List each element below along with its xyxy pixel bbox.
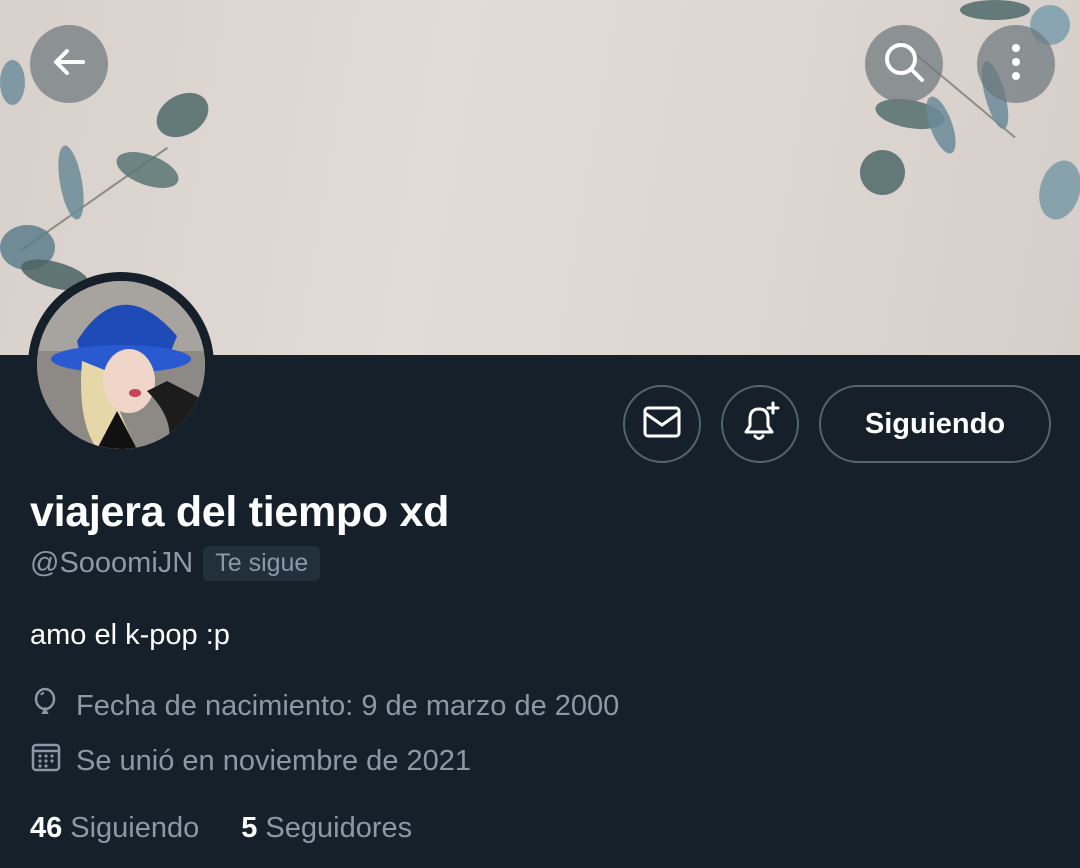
followers-count-link[interactable]: 5 Seguidores (241, 812, 412, 845)
bell-plus-icon (738, 400, 782, 449)
more-vertical-icon (1006, 40, 1026, 89)
message-button[interactable] (623, 385, 701, 463)
joined-row: Se unió en noviembre de 2021 (30, 741, 471, 781)
avatar-image (37, 281, 205, 449)
banner-leaf (1032, 155, 1080, 225)
following-button-label: Siguiendo (864, 407, 1006, 440)
banner-leaf (960, 0, 1030, 20)
banner-leaf (860, 150, 905, 195)
avatar[interactable] (37, 281, 205, 449)
back-button[interactable] (30, 25, 108, 103)
banner-leaf (0, 60, 25, 105)
bio: amo el k-pop :p (30, 619, 230, 651)
banner-leaf (148, 83, 217, 147)
handle-row: @SooomiJN Te sigue (30, 546, 321, 581)
user-handle: @SooomiJN (30, 547, 194, 579)
search-button[interactable] (865, 25, 943, 103)
following-label: Siguiendo (70, 812, 200, 844)
following-count: 46 (30, 812, 63, 844)
follow-counts: 46 Siguiendo 5 Seguidores (30, 812, 412, 845)
banner-leaf (53, 143, 89, 222)
banner-leaf (111, 144, 184, 196)
balloon-icon (30, 686, 62, 726)
joined-text: Se unió en noviembre de 2021 (76, 744, 472, 777)
birthday-row: Fecha de nacimiento: 9 de marzo de 2000 (30, 686, 619, 726)
calendar-icon (30, 741, 62, 781)
search-icon (880, 38, 928, 91)
more-options-button[interactable] (977, 25, 1055, 103)
followers-label: Seguidores (265, 812, 413, 844)
following-count-link[interactable]: 46 Siguiendo (30, 812, 199, 845)
back-arrow-icon (47, 40, 91, 89)
followers-count: 5 (241, 812, 258, 844)
avatar-border (28, 272, 214, 458)
follows-you-badge: Te sigue (203, 546, 321, 581)
envelope-icon (642, 405, 682, 444)
display-name: viajera del tiempo xd (30, 488, 450, 536)
notifications-button[interactable] (721, 385, 799, 463)
following-button[interactable]: Siguiendo (819, 385, 1051, 463)
birthday-text: Fecha de nacimiento: 9 de marzo de 2000 (76, 689, 620, 722)
